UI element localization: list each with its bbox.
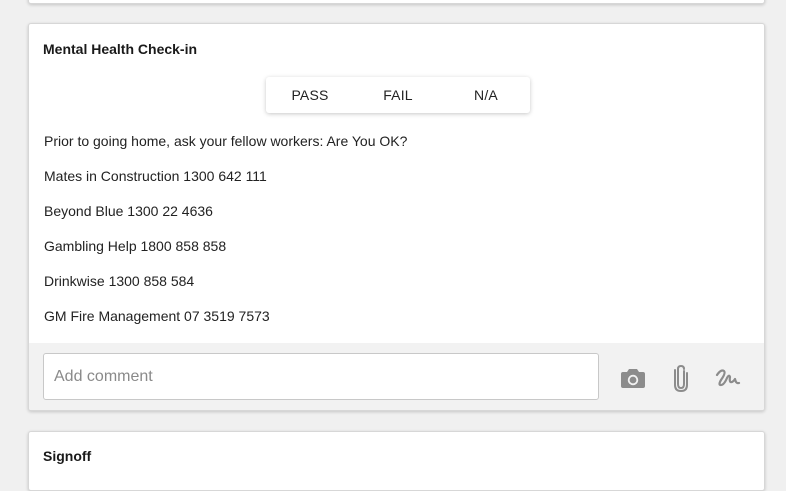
na-button[interactable]: N/A: [442, 77, 530, 113]
info-lines: Prior to going home, ask your fellow wor…: [44, 132, 407, 342]
section-title: Signoff: [43, 448, 92, 464]
pass-fail-na-toggle: PASS FAIL N/A: [266, 77, 530, 113]
section-title: Mental Health Check-in: [43, 41, 198, 57]
camera-icon[interactable]: [619, 364, 647, 392]
pass-button[interactable]: PASS: [266, 77, 354, 113]
signoff-card: Signoff: [28, 431, 765, 491]
contact-line: Gambling Help 1800 858 858: [44, 238, 227, 254]
prompt-text: Prior to going home, ask your fellow wor…: [44, 133, 408, 149]
contact-line: Beyond Blue 1300 22 4636: [44, 203, 213, 219]
signature-icon[interactable]: [714, 364, 742, 392]
mental-health-card: Mental Health Check-in PASS FAIL N/A Pri…: [28, 23, 765, 411]
contact-line: Mates in Construction 1300 642 111: [44, 168, 267, 184]
previous-card: [28, 0, 765, 4]
fail-button[interactable]: FAIL: [354, 77, 442, 113]
comment-footer: [29, 343, 764, 410]
contact-line: GM Fire Management 07 3519 7573: [44, 308, 270, 324]
comment-input[interactable]: [43, 353, 599, 400]
paperclip-icon[interactable]: [667, 364, 695, 392]
contact-line: Drinkwise 1300 858 584: [44, 273, 195, 289]
